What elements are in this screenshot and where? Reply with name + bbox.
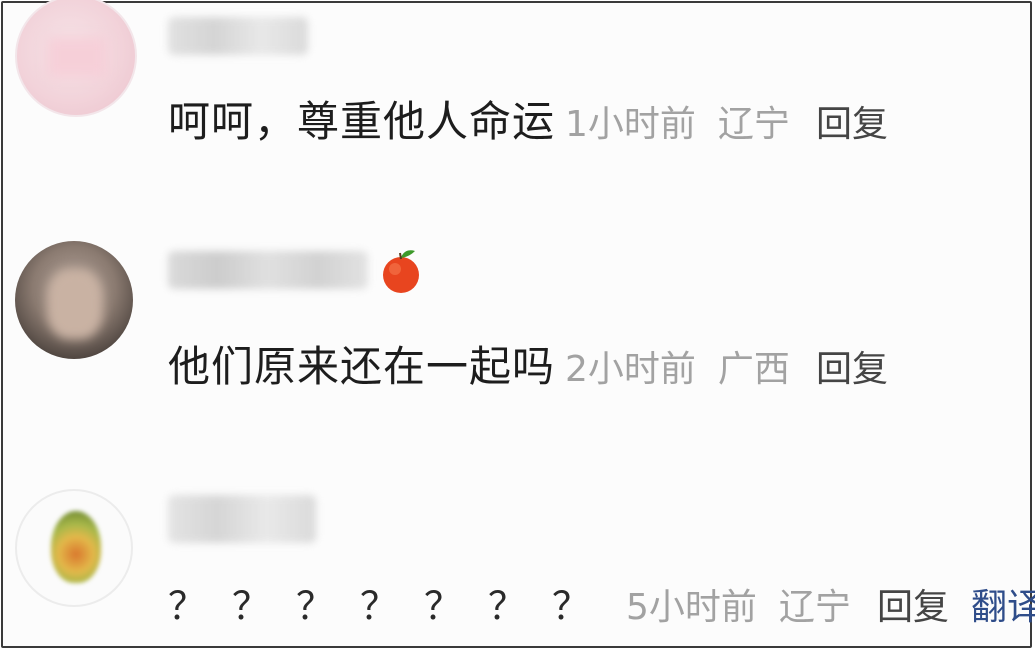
comment-text: 呵呵，尊重他人命运 (168, 97, 556, 146)
username-blurred[interactable] (168, 251, 368, 289)
comment-location: 辽宁 (717, 104, 790, 145)
comment-body: 他们原来还在一起吗 2小时前 广西 回复 (168, 333, 888, 394)
comment-time: 1小时前 (565, 104, 696, 145)
comment-location: 辽宁 (778, 587, 851, 628)
comment-location: 广西 (717, 349, 790, 390)
username-blurred[interactable] (168, 495, 316, 543)
reply-button[interactable]: 回复 (877, 578, 949, 630)
comment-list: 呵呵，尊重他人命运 1小时前 辽宁 回复 他们原来还在一起吗 2小时前 广西 回… (1, 0, 1035, 648)
fruit-avatar-icon[interactable] (15, 489, 133, 607)
translate-button[interactable]: 翻译 (971, 578, 1035, 630)
apple-badge-icon (383, 250, 419, 293)
comment-body: ？？？？？？？ 5小时前 辽宁 回复 翻译 (168, 575, 1035, 630)
blurred-person-avatar-icon[interactable] (15, 241, 133, 359)
comment-time: 5小时前 (626, 587, 757, 628)
comment-text: 他们原来还在一起吗 (168, 342, 556, 391)
comment-time: 2小时前 (565, 349, 696, 390)
comment-text: ？？？？？？？ (168, 584, 617, 628)
pink-blurred-avatar-icon[interactable] (15, 0, 137, 117)
comment-body: 呵呵，尊重他人命运 1小时前 辽宁 回复 (168, 88, 888, 149)
reply-button[interactable]: 回复 (816, 340, 888, 392)
username-blurred[interactable] (168, 17, 308, 55)
reply-button[interactable]: 回复 (816, 95, 888, 147)
